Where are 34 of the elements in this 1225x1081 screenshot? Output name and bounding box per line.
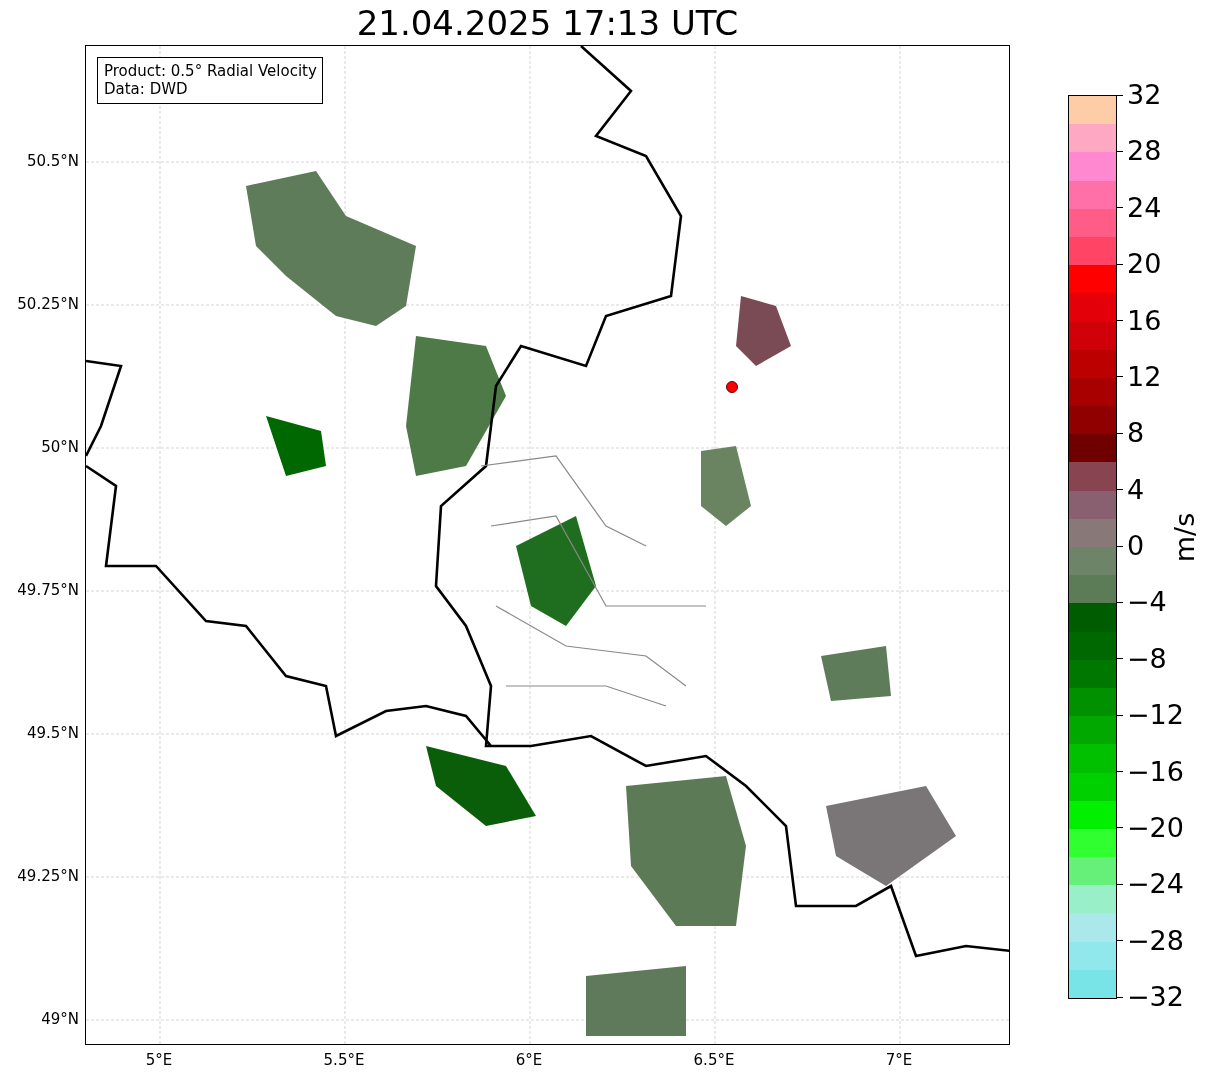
axis-tick-label: 5°E [145,1051,173,1069]
colorbar-tick-label: 24 [1127,192,1162,223]
colorbar-tick-label: −4 [1127,587,1167,618]
axis-tick-label: 49.25°N [17,867,79,885]
colorbar-tick-label: −28 [1127,925,1184,956]
legend-text: Product: 0.5° Radial Velocity [104,62,317,80]
axis-tick-label: 5.5°E [323,1051,365,1069]
colorbar-tick-label: −32 [1127,982,1184,1012]
axis-tick-label: 49.5°N [26,724,79,742]
colorbar-tick-label: −12 [1127,700,1184,731]
colorbar-tick-label: 32 [1127,80,1162,110]
colorbar-tick-label: −20 [1127,812,1184,843]
colorbar-tick-label: 8 [1127,418,1145,449]
chart-title: 21.04.2025 17:13 UTC [356,3,739,43]
axis-tick-label: 50°N [41,438,79,456]
colorbar-tick-label: 0 [1127,531,1145,561]
colorbar-tick-label: 12 [1127,361,1162,392]
legend-text: Data: DWD [104,80,189,98]
axis-tick-label: 49.75°N [17,581,79,599]
colorbar-tick-label: −24 [1127,869,1184,900]
colorbar-label: m/s [1169,512,1201,563]
axis-tick-label: 49°N [41,1010,79,1028]
location-marker [726,381,738,393]
axis-tick-label: 7°E [885,1051,913,1069]
colorbar-tick-label: 16 [1127,305,1162,336]
colorbar-tick-label: 20 [1127,249,1162,280]
axis-tick-label: 6°E [515,1051,543,1069]
axis-tick-label: 6.5°E [693,1051,735,1069]
colorbar-tick-label: 28 [1127,136,1162,167]
colorbar-tick-label: −8 [1127,643,1167,674]
colorbar-tick-label: 4 [1127,474,1145,505]
axis-tick-label: 50.5°N [26,152,79,170]
axis-tick-label: 50.25°N [17,295,79,313]
colorbar-tick-label: −16 [1127,756,1184,787]
